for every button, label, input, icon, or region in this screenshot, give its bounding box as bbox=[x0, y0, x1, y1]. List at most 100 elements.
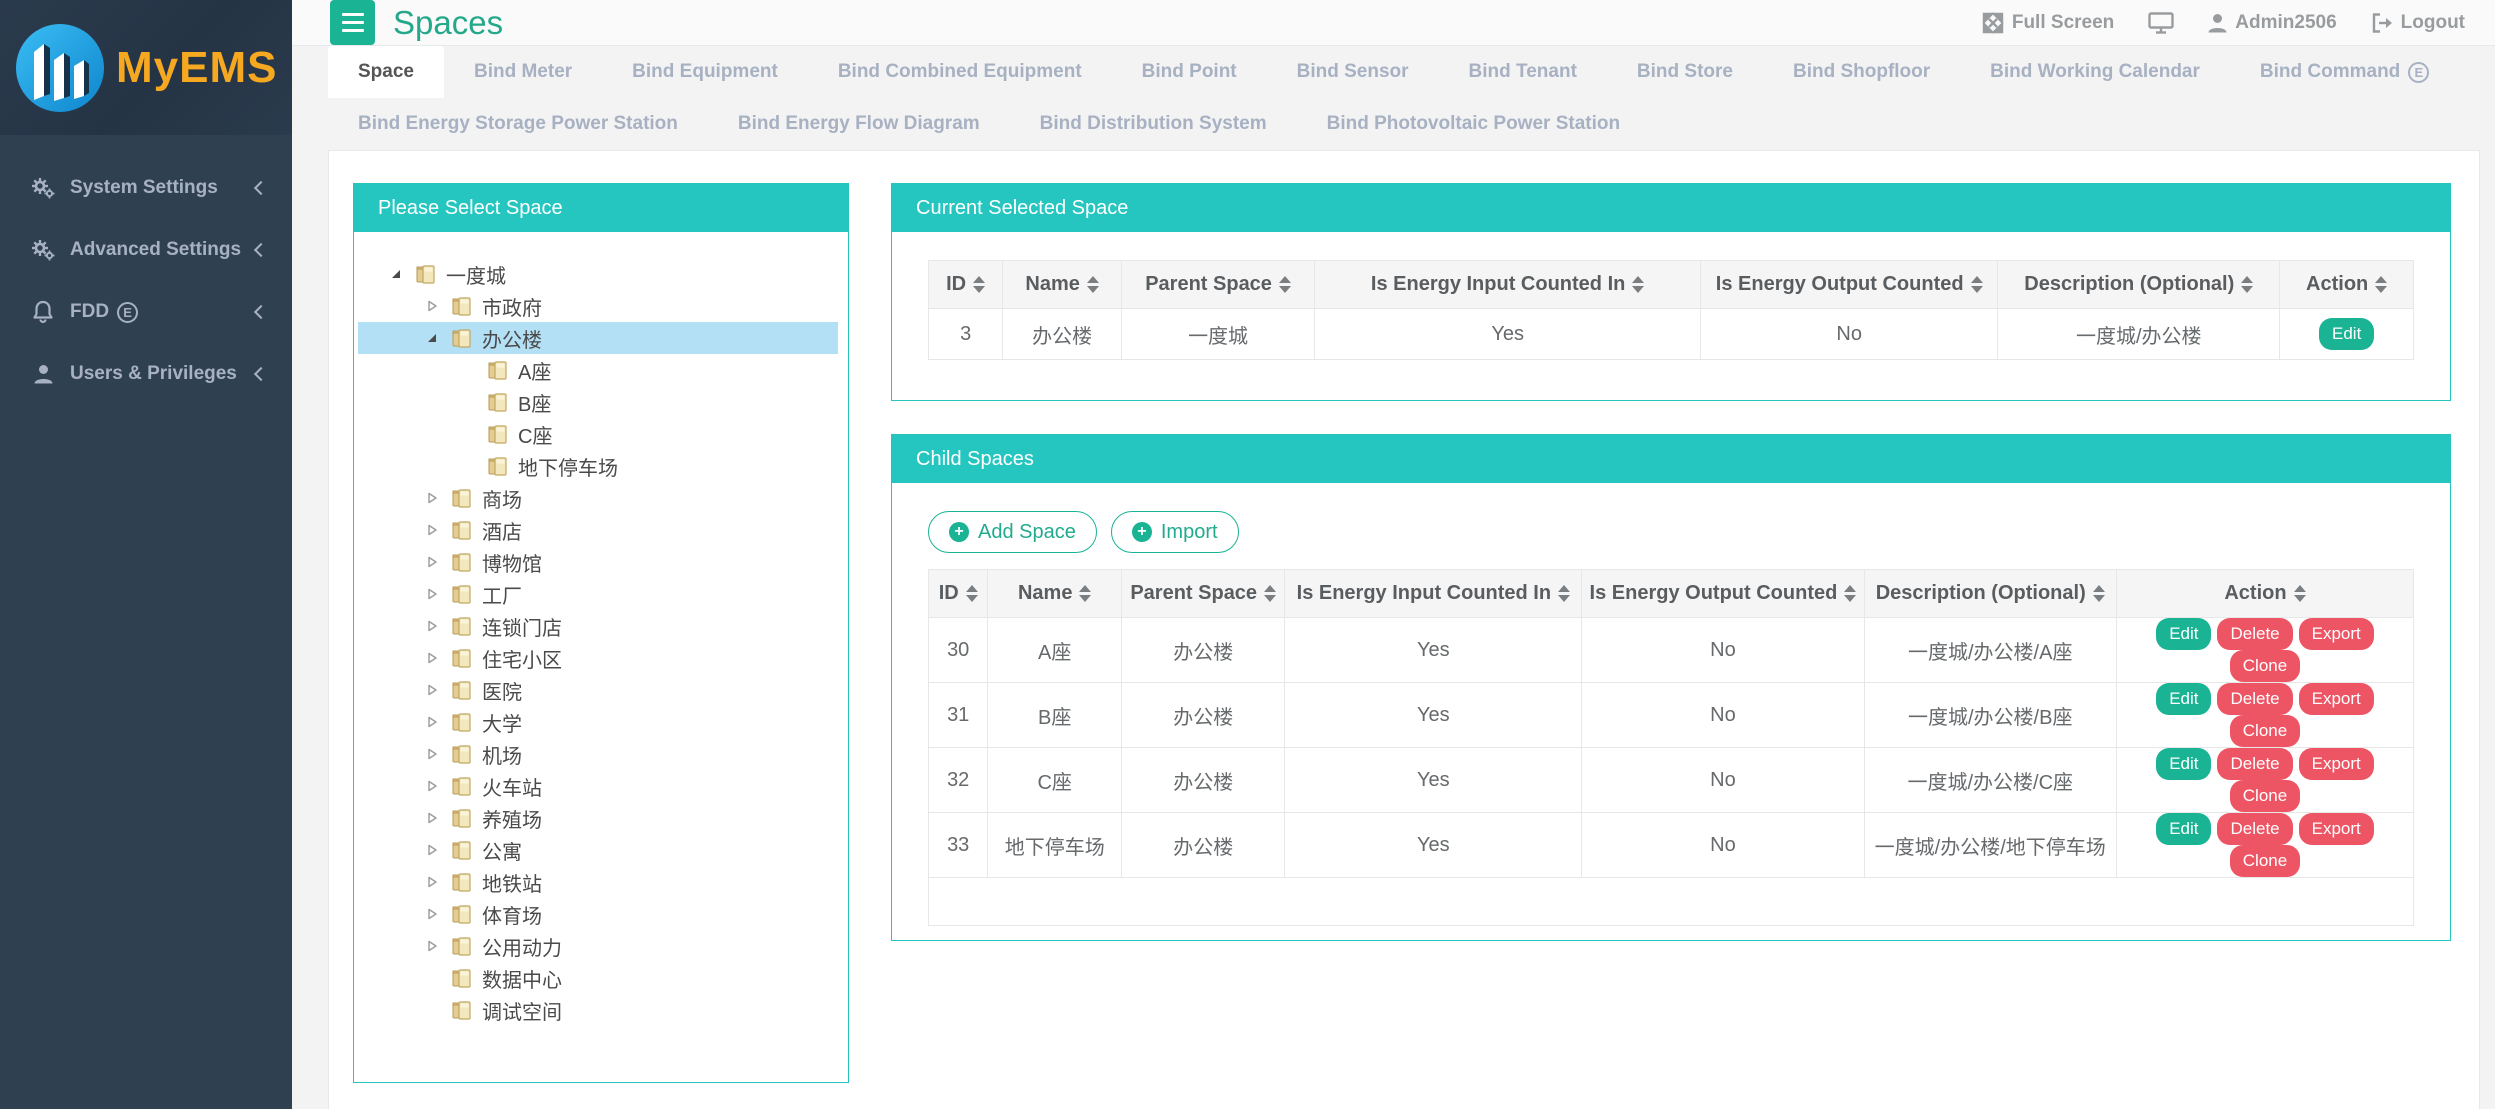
expander-closed-icon[interactable] bbox=[420, 844, 444, 856]
tab-bind-tenant[interactable]: Bind Tenant bbox=[1439, 46, 1607, 98]
column-header-action[interactable]: Action bbox=[2116, 570, 2413, 618]
clone-button[interactable]: Clone bbox=[2230, 715, 2300, 747]
tab-bind-energy-storage-power-station[interactable]: Bind Energy Storage Power Station bbox=[328, 98, 708, 150]
expander-open-icon[interactable] bbox=[420, 332, 444, 344]
expander-closed-icon[interactable] bbox=[420, 620, 444, 632]
tab-bind-shopfloor[interactable]: Bind Shopfloor bbox=[1763, 46, 1960, 98]
edit-button[interactable]: Edit bbox=[2156, 618, 2211, 650]
tree-node[interactable]: 酒店 bbox=[358, 514, 838, 546]
column-header-is-energy-input-counted-in[interactable]: Is Energy Input Counted In bbox=[1315, 261, 1701, 309]
column-header-description-optional[interactable]: Description (Optional) bbox=[1998, 261, 2280, 309]
expander-closed-icon[interactable] bbox=[420, 876, 444, 888]
edit-button[interactable]: Edit bbox=[2156, 683, 2211, 715]
delete-button[interactable]: Delete bbox=[2217, 683, 2292, 715]
tree-node[interactable]: A座 bbox=[358, 354, 838, 386]
edit-button[interactable]: Edit bbox=[2156, 748, 2211, 780]
tree-node[interactable]: 体育场 bbox=[358, 898, 838, 930]
tree-node[interactable]: 住宅小区 bbox=[358, 642, 838, 674]
expander-closed-icon[interactable] bbox=[420, 524, 444, 536]
tab-bind-distribution-system[interactable]: Bind Distribution System bbox=[1010, 98, 1297, 150]
export-button[interactable]: Export bbox=[2299, 618, 2374, 650]
sidebar-item-users-privileges[interactable]: Users & Privileges bbox=[0, 343, 292, 405]
tab-bind-photovoltaic-power-station[interactable]: Bind Photovoltaic Power Station bbox=[1297, 98, 1650, 150]
clone-button[interactable]: Clone bbox=[2230, 650, 2300, 682]
tree-node[interactable]: C座 bbox=[358, 418, 838, 450]
column-header-is-energy-output-counted[interactable]: Is Energy Output Counted bbox=[1701, 261, 1998, 309]
expander-closed-icon[interactable] bbox=[420, 556, 444, 568]
expander-closed-icon[interactable] bbox=[420, 716, 444, 728]
sidebar-item-fdd[interactable]: FDDE bbox=[0, 281, 292, 343]
expander-closed-icon[interactable] bbox=[420, 492, 444, 504]
tree-node[interactable]: 大学 bbox=[358, 706, 838, 738]
export-button[interactable]: Export bbox=[2299, 683, 2374, 715]
expander-closed-icon[interactable] bbox=[420, 780, 444, 792]
expander-closed-icon[interactable] bbox=[420, 812, 444, 824]
column-header-id[interactable]: ID bbox=[929, 261, 1003, 309]
tab-bind-energy-flow-diagram[interactable]: Bind Energy Flow Diagram bbox=[708, 98, 1010, 150]
delete-button[interactable]: Delete bbox=[2217, 748, 2292, 780]
tab-space[interactable]: Space bbox=[328, 46, 444, 98]
tab-bind-working-calendar[interactable]: Bind Working Calendar bbox=[1960, 46, 2230, 98]
hamburger-menu-button[interactable] bbox=[330, 0, 375, 45]
column-header-id[interactable]: ID bbox=[929, 570, 988, 618]
clone-button[interactable]: Clone bbox=[2230, 845, 2300, 877]
tree-node[interactable]: 办公楼 bbox=[358, 322, 838, 354]
brand-logo[interactable]: MyEMS bbox=[0, 0, 292, 135]
tree-node[interactable]: 商场 bbox=[358, 482, 838, 514]
tree-node[interactable]: 地下停车场 bbox=[358, 450, 838, 482]
tree-node[interactable]: 连锁门店 bbox=[358, 610, 838, 642]
column-header-is-energy-output-counted[interactable]: Is Energy Output Counted bbox=[1582, 570, 1864, 618]
tab-bind-point[interactable]: Bind Point bbox=[1112, 46, 1267, 98]
delete-button[interactable]: Delete bbox=[2217, 813, 2292, 845]
tab-bind-sensor[interactable]: Bind Sensor bbox=[1267, 46, 1439, 98]
column-header-parent-space[interactable]: Parent Space bbox=[1122, 570, 1285, 618]
tree-node[interactable]: 博物馆 bbox=[358, 546, 838, 578]
delete-button[interactable]: Delete bbox=[2217, 618, 2292, 650]
column-header-action[interactable]: Action bbox=[2280, 261, 2414, 309]
edit-button[interactable]: Edit bbox=[2156, 813, 2211, 845]
tree-node[interactable]: 火车站 bbox=[358, 770, 838, 802]
display-toggle-button[interactable] bbox=[2148, 12, 2174, 34]
tab-bind-equipment[interactable]: Bind Equipment bbox=[602, 46, 808, 98]
tree-node[interactable]: 公寓 bbox=[358, 834, 838, 866]
expander-open-icon[interactable] bbox=[384, 268, 408, 280]
export-button[interactable]: Export bbox=[2299, 813, 2374, 845]
tree-node[interactable]: 养殖场 bbox=[358, 802, 838, 834]
column-header-description-optional[interactable]: Description (Optional) bbox=[1864, 570, 2116, 618]
tab-bind-meter[interactable]: Bind Meter bbox=[444, 46, 602, 98]
tree-node[interactable]: 机场 bbox=[358, 738, 838, 770]
column-header-is-energy-input-counted-in[interactable]: Is Energy Input Counted In bbox=[1285, 570, 1582, 618]
expander-closed-icon[interactable] bbox=[420, 652, 444, 664]
user-menu[interactable]: Admin2506 bbox=[2208, 12, 2336, 34]
tree-node[interactable]: 数据中心 bbox=[358, 962, 838, 994]
full-screen-button[interactable]: Full Screen bbox=[1982, 12, 2114, 34]
column-header-name[interactable]: Name bbox=[1003, 261, 1122, 309]
tree-node[interactable]: 公用动力 bbox=[358, 930, 838, 962]
tree-node[interactable]: 市政府 bbox=[358, 290, 838, 322]
tree-node[interactable]: 地铁站 bbox=[358, 866, 838, 898]
clone-button[interactable]: Clone bbox=[2230, 780, 2300, 812]
logout-button[interactable]: Logout bbox=[2371, 12, 2465, 34]
tab-bind-command[interactable]: Bind CommandE bbox=[2230, 46, 2459, 98]
expander-closed-icon[interactable] bbox=[420, 684, 444, 696]
expander-closed-icon[interactable] bbox=[420, 940, 444, 952]
tree-node[interactable]: 调试空间 bbox=[358, 994, 838, 1026]
sidebar-item-system-settings[interactable]: System Settings bbox=[0, 157, 292, 219]
expander-closed-icon[interactable] bbox=[420, 908, 444, 920]
column-header-parent-space[interactable]: Parent Space bbox=[1122, 261, 1315, 309]
add-space-button[interactable]: + Add Space bbox=[928, 511, 1097, 553]
expander-closed-icon[interactable] bbox=[420, 748, 444, 760]
tab-bind-combined-equipment[interactable]: Bind Combined Equipment bbox=[808, 46, 1112, 98]
expander-closed-icon[interactable] bbox=[420, 300, 444, 312]
tree-node[interactable]: B座 bbox=[358, 386, 838, 418]
sidebar-item-advanced-settings[interactable]: Advanced Settings bbox=[0, 219, 292, 281]
tree-node[interactable]: 一度城 bbox=[358, 258, 838, 290]
edit-button[interactable]: Edit bbox=[2319, 318, 2374, 350]
tree-node[interactable]: 医院 bbox=[358, 674, 838, 706]
tree-node[interactable]: 工厂 bbox=[358, 578, 838, 610]
export-button[interactable]: Export bbox=[2299, 748, 2374, 780]
tab-bind-store[interactable]: Bind Store bbox=[1607, 46, 1763, 98]
import-button[interactable]: + Import bbox=[1111, 511, 1239, 553]
expander-closed-icon[interactable] bbox=[420, 588, 444, 600]
column-header-name[interactable]: Name bbox=[988, 570, 1122, 618]
